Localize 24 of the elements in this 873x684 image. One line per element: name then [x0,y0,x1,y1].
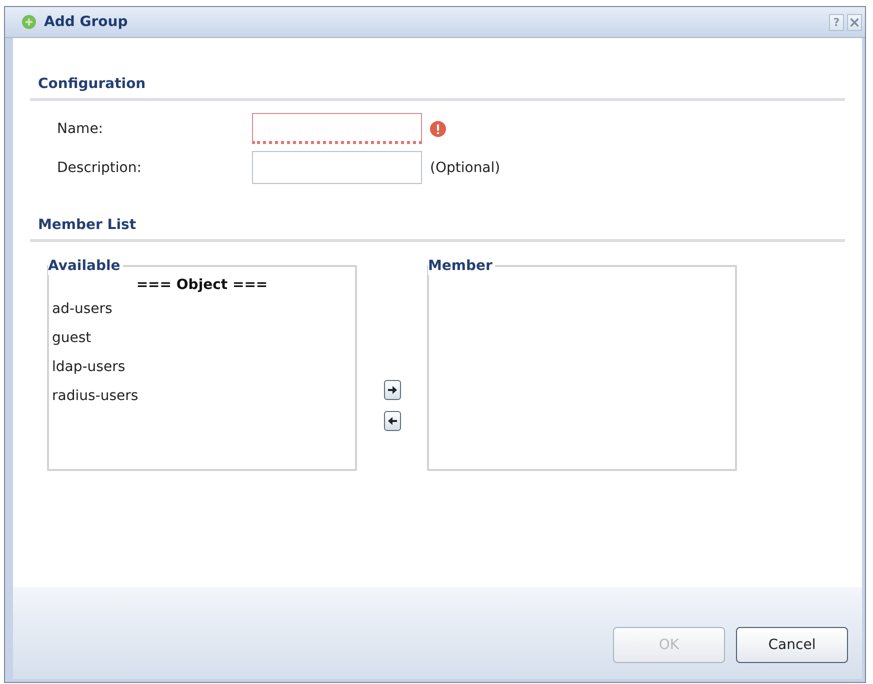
list-legend: Available [48,257,124,275]
remove-member-button[interactable] [384,411,400,431]
group-header: === Object === [135,276,269,295]
list-item[interactable]: ad-users [51,295,353,324]
section-heading: Configuration [30,75,845,101]
field-label: Name: [57,120,104,136]
list-item[interactable]: ldap-users [51,353,353,382]
list-legend: Member [428,257,496,275]
name-input[interactable] [252,113,422,144]
list-item[interactable]: guest [51,324,353,353]
field-note: (Optional) [430,160,500,176]
cancel-button[interactable]: Cancel [736,627,848,663]
window-title: Add Group [44,14,128,30]
arrow-left-icon [388,417,396,425]
field-label: Description: [57,160,142,176]
list-item[interactable]: radius-users [51,382,353,411]
plus-circle-icon [22,15,36,29]
arrow-right-icon [388,386,396,394]
close-icon [850,18,859,26]
description-input[interactable] [252,151,422,184]
section-heading: Member List [30,216,845,242]
close-button[interactable] [847,14,862,30]
error-icon [430,120,446,136]
add-member-button[interactable] [384,380,400,400]
